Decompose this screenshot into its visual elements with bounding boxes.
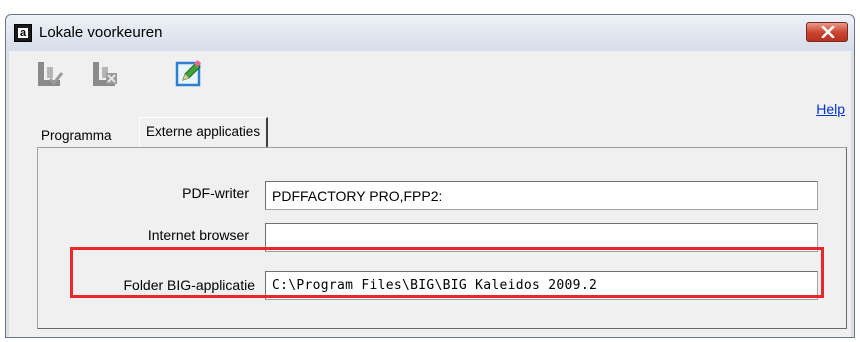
dialog-client-area: Help Programma Externe applicaties PDF-w… (9, 51, 851, 337)
tab-externe-applicaties[interactable]: Externe applicaties (139, 117, 269, 147)
window-title: Lokale voorkeuren (39, 24, 163, 41)
folder-big-label: Folder BIG-applicatie (123, 277, 255, 293)
close-button[interactable] (806, 22, 848, 42)
dialog-window: a Lokale voorkeuren Help Programma Exter… (5, 14, 855, 338)
edit-pencil-icon[interactable] (174, 59, 204, 89)
pdf-writer-label: PDF-writer (182, 185, 249, 201)
help-link[interactable]: Help (816, 101, 845, 117)
save-cancel-icon[interactable] (91, 59, 121, 89)
save-check-icon[interactable] (36, 59, 66, 89)
app-logo-letter: a (18, 27, 28, 39)
close-icon (821, 26, 835, 38)
internet-browser-label: Internet browser (147, 227, 249, 243)
app-logo-icon: a (14, 24, 32, 42)
tab-programma[interactable]: Programma (36, 124, 117, 148)
pdf-writer-field[interactable]: PDFFACTORY PRO,FPP2: (265, 181, 818, 210)
folder-big-field[interactable]: C:\Program Files\BIG\BIG Kaleidos 2009.2 (265, 271, 818, 300)
internet-browser-field[interactable] (265, 223, 818, 252)
title-bar[interactable]: a Lokale voorkeuren (6, 15, 854, 51)
